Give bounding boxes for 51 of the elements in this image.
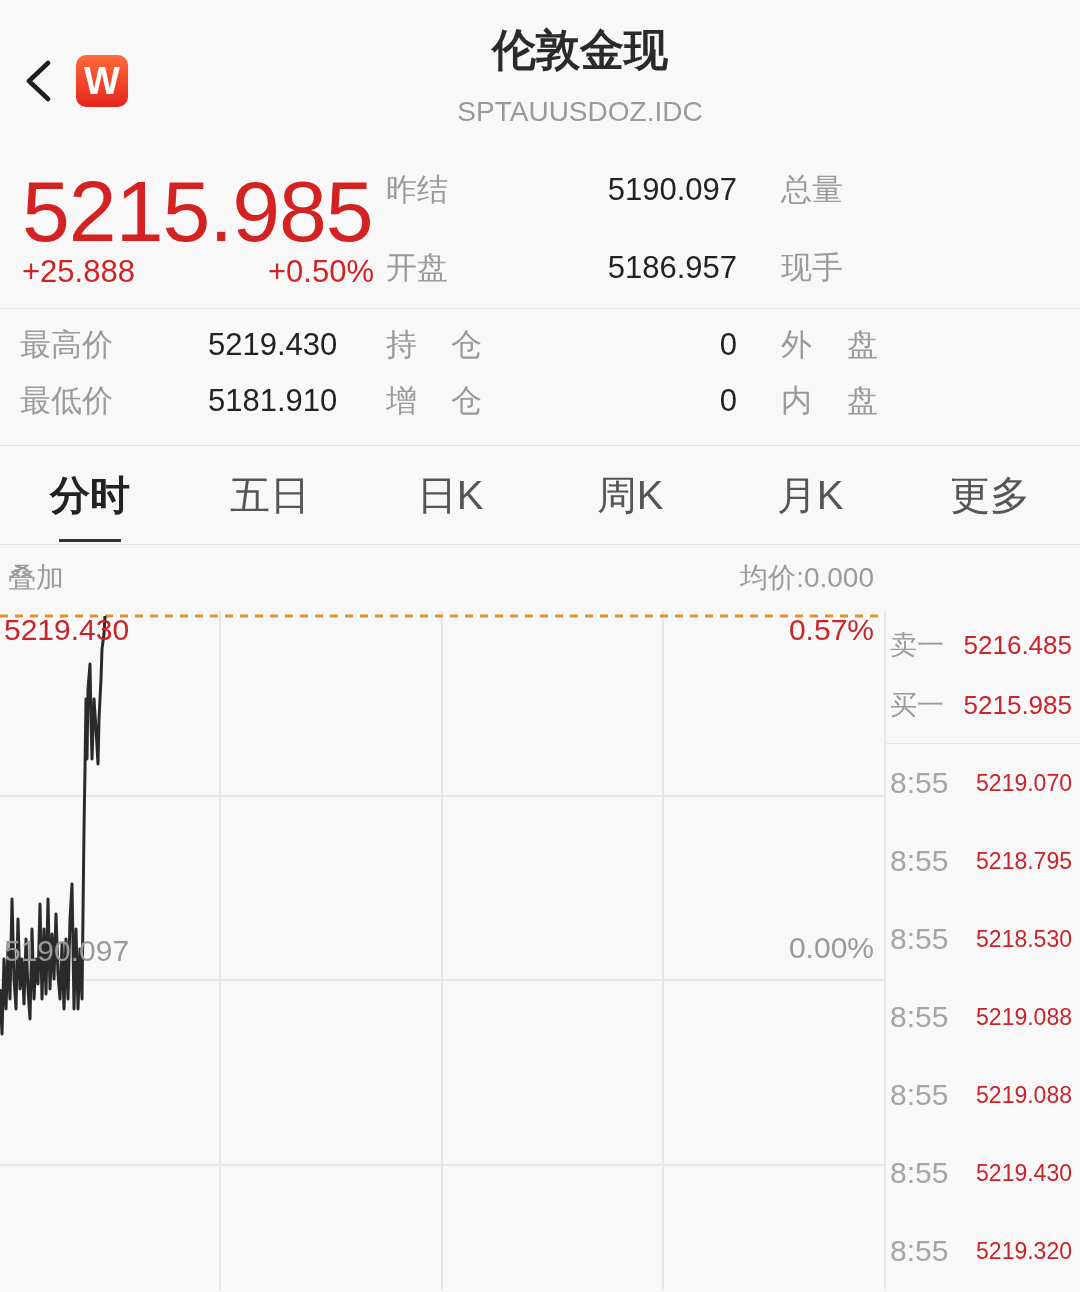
app-logo[interactable]: W — [76, 55, 128, 107]
trade-price: 5219.088 — [976, 1003, 1072, 1031]
order-price: 5216.485 — [963, 629, 1072, 661]
axis-label: 5190.097 — [4, 934, 130, 968]
chart-period-tab[interactable]: 日K — [360, 446, 540, 544]
axis-label: 0.57% — [788, 613, 874, 647]
trade-time: 8:55 — [890, 1234, 949, 1268]
price-change-percent: +0.50% — [268, 254, 374, 290]
field-label: 增 仓 — [386, 382, 482, 420]
chart-period-tab[interactable]: 分时 — [0, 446, 180, 544]
trade-time: 8:55 — [890, 922, 949, 956]
field-value: 5186.957 — [607, 250, 737, 286]
trade-time: 8:55 — [890, 1156, 949, 1190]
field-label: 开盘 — [386, 249, 448, 287]
trade-price: 5219.088 — [976, 1081, 1072, 1109]
order-level-label: 买一 — [890, 689, 944, 722]
field-value: 0 — [719, 327, 737, 363]
chart-period-tab[interactable]: 五日 — [180, 446, 360, 544]
chart-period-tab[interactable]: 更多 — [900, 446, 1080, 544]
chart-period-tab[interactable]: 周K — [540, 446, 720, 544]
field-label: 昨结 — [386, 171, 448, 209]
chart-period-tab[interactable]: 月K — [720, 446, 900, 544]
field-label: 最高价 — [20, 326, 113, 364]
axis-label: 0.00% — [788, 931, 874, 965]
trade-price: 5218.795 — [976, 847, 1072, 875]
trade-price: 5219.070 — [976, 769, 1072, 797]
trade-price: 5219.430 — [976, 1159, 1072, 1187]
field-label: 持 仓 — [386, 326, 482, 364]
average-price: 均价:0.000 — [740, 561, 874, 595]
last-price: 5215.985 — [22, 168, 374, 254]
trade-time: 8:55 — [890, 1078, 949, 1112]
field-value: 0 — [719, 383, 737, 419]
instrument-code: SPTAUUSDOZ.IDC — [457, 95, 703, 129]
trade-time: 8:55 — [890, 844, 949, 878]
order-level-label: 卖一 — [890, 629, 944, 662]
field-value: 5190.097 — [607, 172, 737, 208]
field-value: 5181.910 — [208, 383, 338, 419]
trade-price: 5219.320 — [976, 1237, 1072, 1265]
trade-price: 5218.530 — [976, 925, 1072, 953]
trade-time: 8:55 — [890, 1000, 949, 1034]
field-label: 总量 — [781, 171, 843, 209]
trade-time: 8:55 — [890, 766, 949, 800]
price-change: +25.888 — [22, 254, 135, 290]
field-label: 外 盘 — [781, 326, 878, 364]
field-value: 5219.430 — [208, 327, 338, 363]
field-label: 最低价 — [20, 382, 113, 420]
field-label: 内 盘 — [781, 382, 878, 420]
page-title: 伦敦金现 — [492, 24, 668, 76]
field-label: 现手 — [781, 249, 843, 287]
order-price: 5215.985 — [963, 689, 1072, 721]
back-icon[interactable] — [24, 60, 52, 102]
